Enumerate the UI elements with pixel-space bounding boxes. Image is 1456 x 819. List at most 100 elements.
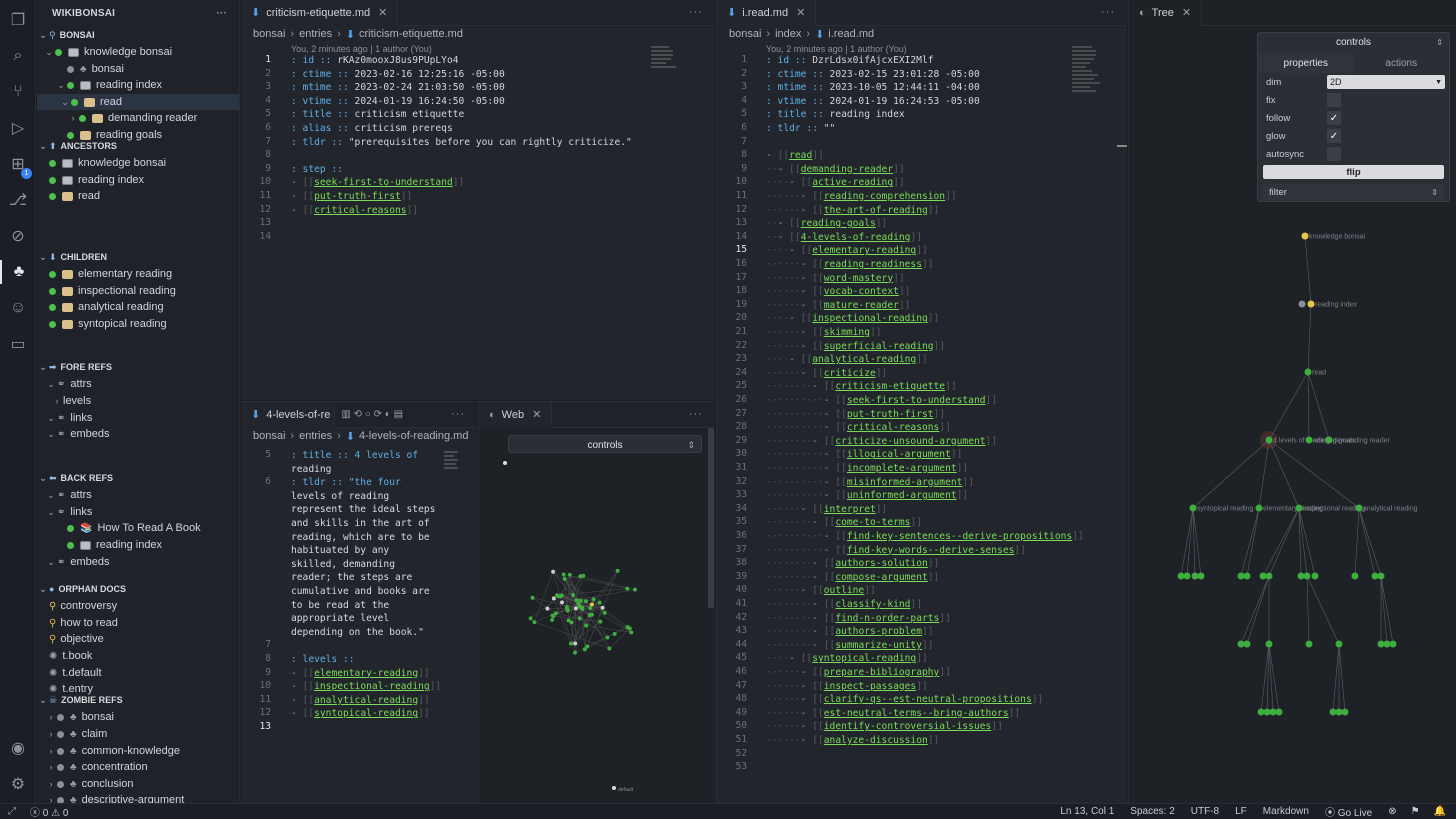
tree-item[interactable]: ⌄ ⚭ links (37, 410, 239, 426)
wikilink[interactable]: reading-goals (801, 218, 876, 229)
comments-icon[interactable]: ▭ (6, 332, 30, 356)
wikilink[interactable]: critical-reasons (847, 422, 939, 433)
chevron-icon[interactable]: ⌄ (45, 413, 57, 424)
tree-node[interactable] (1383, 640, 1391, 648)
tree-item[interactable]: ⌄ reading index (37, 77, 239, 93)
collapse-icon[interactable]: ⇕ (1436, 38, 1443, 47)
chevron-icon[interactable]: ⌄ (45, 429, 57, 440)
more-actions-icon[interactable]: ··· (689, 6, 703, 18)
tree-node[interactable] (1335, 708, 1343, 716)
wikilink[interactable]: syntopical-reading (314, 708, 418, 719)
tree-node[interactable] (1335, 640, 1343, 648)
graph-node[interactable] (578, 598, 583, 603)
graph-node[interactable] (632, 587, 637, 592)
tree-item[interactable]: ⌄ ⚭ attrs (37, 376, 239, 392)
wikilink[interactable]: the-art-of-reading (824, 205, 928, 216)
graph-node[interactable] (573, 606, 578, 611)
wikilink[interactable]: find-key-words--derive-senses (847, 545, 1015, 556)
tree-item[interactable]: ⚲ how to read (37, 615, 239, 631)
wikilink[interactable]: clarify-qs--est-neutral-propositions (824, 694, 1032, 705)
wikilink[interactable]: find-key-sentences--derive-propositions (847, 531, 1072, 542)
tree-node[interactable] (1304, 368, 1312, 376)
graph-node[interactable] (629, 630, 634, 635)
more-actions-icon[interactable]: ··· (451, 408, 465, 420)
chevron-icon[interactable]: › (45, 762, 57, 772)
tree-node[interactable] (1265, 436, 1273, 444)
chevron-icon[interactable]: › (67, 113, 79, 123)
graph-node[interactable] (565, 607, 570, 612)
remote-status-icon[interactable]: ⤢ (8, 806, 16, 817)
tree-node[interactable] (1189, 504, 1197, 512)
tree-item[interactable]: › ♣ conclusion (37, 776, 239, 792)
wikilink[interactable]: analyze-discussion (824, 735, 928, 746)
tree-item[interactable]: knowledge bonsai (37, 155, 239, 171)
wikilink[interactable]: uninformed-argument (847, 490, 957, 501)
tree-node[interactable] (1355, 504, 1363, 512)
tree-item[interactable]: ⚲ objective (37, 631, 239, 647)
wikilink[interactable]: elementary-reading (314, 668, 418, 679)
graph-node[interactable] (583, 599, 588, 604)
tree-item[interactable]: inspectional reading (37, 283, 239, 299)
tree-node[interactable] (1243, 640, 1251, 648)
graph-node[interactable] (553, 611, 558, 616)
crumb-2[interactable]: criticism-etiquette.md (359, 28, 463, 40)
tree-item[interactable]: › ♣ claim (37, 726, 239, 742)
tab-properties[interactable]: properties (1258, 53, 1354, 73)
wikibonsai-icon[interactable]: ♣ (0, 260, 36, 284)
tree-node[interactable] (1255, 504, 1263, 512)
graph-node[interactable] (615, 568, 620, 573)
tree-item[interactable]: › ♣ common-knowledge (37, 743, 239, 759)
cursor-position[interactable]: Ln 13, Col 1 (1060, 806, 1114, 817)
graph-node[interactable] (503, 461, 507, 465)
indentation[interactable]: Spaces: 2 (1130, 806, 1174, 817)
tree-item[interactable]: ⌄ ⚭ links (37, 504, 239, 520)
wikilink[interactable]: read (789, 150, 812, 161)
graph-node[interactable] (578, 574, 583, 579)
wikilink[interactable]: authors-problem (835, 626, 922, 637)
graph-node[interactable] (587, 613, 592, 618)
editor2-code[interactable]: 1: id :: DzrLdsx0ifAjcxEXI2Mlf 2: ctime :… (717, 54, 1083, 784)
more-actions-icon[interactable]: ··· (1101, 6, 1115, 18)
tree-node[interactable] (1371, 572, 1379, 580)
tree-node[interactable] (1301, 232, 1309, 240)
editor1-code[interactable]: 1: id :: rKAz0mooxJ8us9PUpLYo4 2: ctime :… (241, 54, 651, 254)
tree-item[interactable]: syntopical reading (37, 316, 239, 332)
tree-node[interactable] (1389, 640, 1397, 648)
notifications-icon[interactable]: 🔔 (1434, 806, 1446, 817)
graph-node[interactable] (530, 595, 535, 600)
tree-node[interactable] (1265, 572, 1273, 580)
wikilink[interactable]: criticize-unsound-argument (835, 436, 985, 447)
tree-node[interactable] (1305, 436, 1313, 444)
crumb-0[interactable]: bonsai (729, 28, 761, 40)
git-graph-icon[interactable]: ⎇ (6, 188, 30, 212)
tree-node[interactable] (1259, 572, 1267, 580)
wikilink[interactable]: skimming (824, 327, 870, 338)
tree-item[interactable]: ⌄ read (37, 94, 239, 110)
tree-item[interactable]: ⌄ ⚭ embeds (37, 554, 239, 570)
controls-toggle-icon[interactable]: ⇕ (687, 440, 695, 451)
graph-node[interactable] (572, 650, 577, 655)
go-live-button[interactable]: ⦿ Go Live (1325, 804, 1372, 819)
crumb-1[interactable]: entries (299, 28, 332, 40)
chevron-icon[interactable]: › (45, 795, 57, 803)
tree-item[interactable]: › ♣ bonsai (37, 709, 239, 725)
tree-item[interactable]: ⌄ ⚭ embeds (37, 426, 239, 442)
filter-folder[interactable]: filter ⇕ (1263, 184, 1444, 200)
graph-node[interactable] (567, 572, 572, 577)
tree-item[interactable]: analytical reading (37, 299, 239, 315)
graph-node[interactable] (528, 616, 533, 621)
graph-node[interactable] (551, 569, 556, 574)
wikilink[interactable]: prepare-bibliography (824, 667, 940, 678)
section-ancestors[interactable]: ⌄ ⬆ ANCESTORS (37, 139, 239, 153)
graph-node[interactable] (607, 646, 612, 651)
wikilink[interactable]: authors-solution (835, 558, 927, 569)
minimap[interactable] (1072, 44, 1106, 124)
tree-item[interactable]: elementary reading (37, 266, 239, 282)
wikilink[interactable]: inspectional-reading (812, 313, 928, 324)
wikilink[interactable]: classify-kind (835, 599, 910, 610)
language-mode[interactable]: Markdown (1263, 806, 1309, 817)
wikilink[interactable]: put-truth-first (314, 191, 401, 202)
graph-node[interactable] (545, 606, 550, 611)
tree-item[interactable]: › ♣ descriptive-argument (37, 792, 239, 803)
tree-node[interactable] (1311, 572, 1319, 580)
